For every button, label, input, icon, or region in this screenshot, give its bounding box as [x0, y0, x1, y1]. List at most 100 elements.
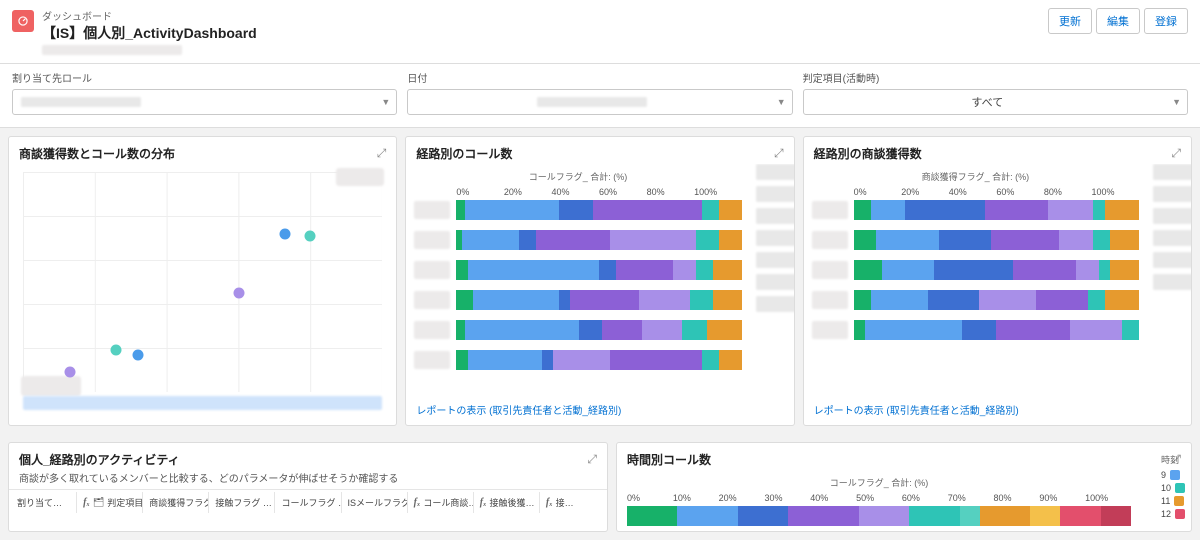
bar-segment[interactable]: [602, 320, 642, 340]
bar-segment[interactable]: [719, 230, 742, 250]
bar-segment[interactable]: [996, 320, 1070, 340]
expand-icon[interactable]: ⤢: [587, 452, 597, 467]
bar-segment[interactable]: [559, 200, 593, 220]
scatter-point[interactable]: [64, 367, 75, 378]
bar-segment[interactable]: [1036, 290, 1087, 310]
bar-segment[interactable]: [599, 260, 616, 280]
bar-segment[interactable]: [462, 230, 519, 250]
refresh-button[interactable]: 更新: [1048, 8, 1092, 34]
bar-segment[interactable]: [876, 230, 939, 250]
bar-track[interactable]: [854, 320, 1139, 340]
bar-segment[interactable]: [1105, 290, 1139, 310]
expand-icon[interactable]: ⤢: [377, 146, 387, 161]
legend-item[interactable]: 9: [1161, 470, 1185, 480]
bar-segment[interactable]: [519, 230, 536, 250]
bar-segment[interactable]: [788, 506, 859, 526]
bar-segment[interactable]: [1030, 506, 1060, 526]
bar-segment[interactable]: [854, 320, 865, 340]
bar-segment[interactable]: [1101, 506, 1131, 526]
bar-track[interactable]: [456, 260, 741, 280]
bar-segment[interactable]: [702, 350, 719, 370]
table-column-header[interactable]: fₓ接…: [540, 492, 605, 513]
bar-segment[interactable]: [570, 290, 638, 310]
bar-segment[interactable]: [465, 200, 559, 220]
register-button[interactable]: 登録: [1144, 8, 1188, 34]
stacked-bar[interactable]: [627, 506, 1131, 526]
scatter-plot[interactable]: [23, 172, 382, 392]
bar-segment[interactable]: [1013, 260, 1076, 280]
bar-segment[interactable]: [1110, 230, 1139, 250]
table-column-header[interactable]: 商談獲得フラグ …: [143, 492, 209, 513]
bar-segment[interactable]: [1110, 260, 1139, 280]
bar-segment[interactable]: [456, 200, 465, 220]
bar-segment[interactable]: [991, 230, 1059, 250]
bar-track[interactable]: [854, 230, 1139, 250]
bar-segment[interactable]: [468, 260, 599, 280]
bar-segment[interactable]: [1059, 230, 1093, 250]
legend-item[interactable]: 12: [1161, 509, 1185, 519]
bar-segment[interactable]: [468, 350, 542, 370]
bar-track[interactable]: [854, 200, 1139, 220]
bar-track[interactable]: [456, 320, 741, 340]
bar-segment[interactable]: [650, 200, 701, 220]
bar-segment[interactable]: [1060, 506, 1100, 526]
bar-segment[interactable]: [882, 260, 933, 280]
stacked-bars[interactable]: [414, 199, 741, 371]
bar-track[interactable]: [456, 230, 741, 250]
filter-role-select[interactable]: ▼: [12, 89, 397, 115]
bar-segment[interactable]: [859, 506, 909, 526]
report-link[interactable]: レポートの表示 (取引先責任者と活動_経路別): [416, 406, 621, 417]
table-column-header[interactable]: ISメールフラグ …: [342, 492, 408, 513]
edit-button[interactable]: 編集: [1096, 8, 1140, 34]
bar-segment[interactable]: [713, 260, 742, 280]
report-link[interactable]: レポートの表示 (取引先責任者と活動_経路別): [814, 406, 1019, 417]
bar-segment[interactable]: [677, 506, 737, 526]
bar-segment[interactable]: [559, 290, 570, 310]
bar-segment[interactable]: [985, 200, 1048, 220]
scatter-point[interactable]: [111, 345, 122, 356]
table-column-header[interactable]: fₓコール商談…: [408, 492, 474, 513]
bar-segment[interactable]: [610, 230, 696, 250]
table-column-header[interactable]: fₓ接触後獲…: [474, 492, 540, 513]
bar-segment[interactable]: [456, 290, 473, 310]
bar-segment[interactable]: [642, 320, 682, 340]
bar-segment[interactable]: [871, 290, 928, 310]
scatter-point[interactable]: [305, 230, 316, 241]
bar-segment[interactable]: [719, 200, 742, 220]
bar-segment[interactable]: [960, 506, 980, 526]
bar-segment[interactable]: [1093, 230, 1110, 250]
bar-segment[interactable]: [1093, 200, 1104, 220]
bar-segment[interactable]: [456, 320, 465, 340]
bar-segment[interactable]: [690, 290, 713, 310]
bar-segment[interactable]: [854, 200, 871, 220]
bar-segment[interactable]: [854, 260, 883, 280]
bar-segment[interactable]: [719, 350, 742, 370]
bar-segment[interactable]: [1088, 290, 1105, 310]
stacked-bars[interactable]: [812, 199, 1139, 341]
bar-track[interactable]: [854, 260, 1139, 280]
bar-segment[interactable]: [854, 230, 877, 250]
filter-date-select[interactable]: ▼: [407, 89, 792, 115]
table-column-header[interactable]: 割り当て…: [11, 492, 77, 513]
legend-item[interactable]: 10: [1161, 483, 1185, 493]
bar-segment[interactable]: [738, 506, 788, 526]
bar-segment[interactable]: [979, 290, 1036, 310]
bar-segment[interactable]: [909, 506, 959, 526]
legend-item[interactable]: 11: [1161, 496, 1185, 506]
filter-decision-select[interactable]: すべて ▼: [803, 89, 1188, 115]
bar-segment[interactable]: [553, 350, 610, 370]
bar-segment[interactable]: [854, 290, 871, 310]
bar-segment[interactable]: [639, 290, 690, 310]
bar-track[interactable]: [456, 290, 741, 310]
bar-segment[interactable]: [696, 230, 719, 250]
bar-track[interactable]: [456, 350, 741, 370]
bar-segment[interactable]: [934, 260, 1014, 280]
bar-segment[interactable]: [939, 230, 990, 250]
bar-segment[interactable]: [871, 200, 905, 220]
scatter-point[interactable]: [233, 288, 244, 299]
bar-segment[interactable]: [1070, 320, 1121, 340]
bar-segment[interactable]: [707, 320, 741, 340]
bar-segment[interactable]: [962, 320, 996, 340]
bar-segment[interactable]: [456, 350, 467, 370]
bar-segment[interactable]: [456, 260, 467, 280]
